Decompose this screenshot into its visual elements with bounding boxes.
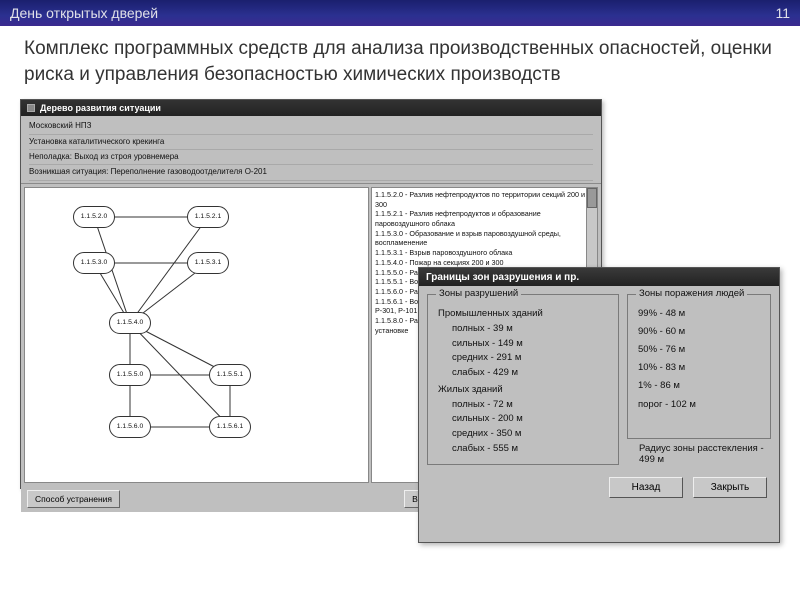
screenshot-canvas: Дерево развития ситуации Московский НПЗ … — [0, 99, 800, 569]
zones-window-titlebar[interactable]: Границы зон разрушения и пр. — [419, 268, 779, 286]
value-row: сильных - 149 м — [438, 337, 608, 352]
destruction-legend: Зоны разрушений — [436, 288, 521, 299]
page-heading: Комплекс программных средств для анализа… — [0, 26, 800, 99]
list-item[interactable]: 1.1.5.3.0 - Образование и взрыв паровозд… — [375, 229, 594, 248]
info-situation: Возникшая ситуация: Переполнение газовод… — [29, 165, 593, 180]
graph-node[interactable]: 1.1.5.2.1 — [187, 206, 229, 228]
value-row: полных - 72 м — [438, 398, 608, 413]
graph-node[interactable]: 1.1.5.4.0 — [109, 312, 151, 334]
back-button[interactable]: Назад — [609, 477, 683, 498]
zones-button-bar: Назад Закрыть — [419, 469, 779, 508]
value-row: слабых - 555 м — [438, 442, 608, 457]
slide-title: День открытых дверей — [10, 5, 158, 21]
value-row: сильных - 200 м — [438, 412, 608, 427]
graph-node[interactable]: 1.1.5.3.0 — [73, 252, 115, 274]
graph-node[interactable]: 1.1.5.6.1 — [209, 416, 251, 438]
tree-window-titlebar[interactable]: Дерево развития ситуации — [21, 100, 601, 116]
people-legend: Зоны поражения людей — [636, 288, 747, 299]
value-row: порог - 102 м — [638, 396, 760, 414]
glass-radius: Радиус зоны расстекления - 499 м — [627, 439, 771, 465]
graph-node[interactable]: 1.1.5.5.0 — [109, 364, 151, 386]
info-unit: Установка каталитического крекинга — [29, 135, 593, 150]
graph-node[interactable]: 1.1.5.3.1 — [187, 252, 229, 274]
graph-node[interactable]: 1.1.5.5.1 — [209, 364, 251, 386]
zones-window: Границы зон разрушения и пр. Зоны разруш… — [418, 267, 780, 543]
list-item[interactable]: 1.1.5.2.1 - Разлив нефтепродуктов и обра… — [375, 209, 594, 228]
residential-header: Жилых зданий — [438, 383, 608, 398]
zones-window-title: Границы зон разрушения и пр. — [426, 272, 579, 283]
people-fieldset: Зоны поражения людей 99% - 48 м90% - 60 … — [627, 294, 771, 439]
info-fault: Неполадка: Выход из строя уровнемера — [29, 150, 593, 165]
graph-area[interactable]: 1.1.5.2.0 1.1.5.2.1 1.1.5.3.0 1.1.5.3.1 1.1.… — [24, 187, 369, 483]
list-item[interactable]: 1.1.5.2.0 - Разлив нефтепродуктов по тер… — [375, 190, 594, 209]
info-plant: Московский НПЗ — [29, 119, 593, 134]
value-row: 10% - 83 м — [638, 359, 760, 377]
value-row: 90% - 60 м — [638, 323, 760, 341]
value-row: полных - 39 м — [438, 322, 608, 337]
industrial-header: Промышленных зданий — [438, 307, 608, 322]
value-row: 99% - 48 м — [638, 305, 760, 323]
slide-topbar: День открытых дверей 11 — [0, 0, 800, 26]
graph-edges — [25, 188, 368, 482]
destruction-fieldset: Зоны разрушений Промышленных зданий полн… — [427, 294, 619, 465]
list-item[interactable]: 1.1.5.4.0 - Пожар на секциях 200 и 300 — [375, 258, 594, 268]
value-row: слабых - 429 м — [438, 366, 608, 381]
zones-body: Зоны разрушений Промышленных зданий полн… — [419, 286, 779, 469]
graph-node[interactable]: 1.1.5.6.0 — [109, 416, 151, 438]
fix-method-button[interactable]: Способ устранения — [27, 490, 120, 508]
window-icon — [27, 104, 35, 112]
tree-info-panel: Московский НПЗ Установка каталитического… — [21, 116, 601, 184]
value-row: средних - 350 м — [438, 427, 608, 442]
slide-number: 11 — [775, 5, 790, 21]
tree-window-title: Дерево развития ситуации — [40, 103, 161, 113]
value-row: 50% - 76 м — [638, 341, 760, 359]
graph-node[interactable]: 1.1.5.2.0 — [73, 206, 115, 228]
value-row: средних - 291 м — [438, 351, 608, 366]
close-button[interactable]: Закрыть — [693, 477, 767, 498]
list-item[interactable]: 1.1.5.3.1 - Взрыв паровоздушного облака — [375, 248, 594, 258]
value-row: 1% - 86 м — [638, 377, 760, 395]
